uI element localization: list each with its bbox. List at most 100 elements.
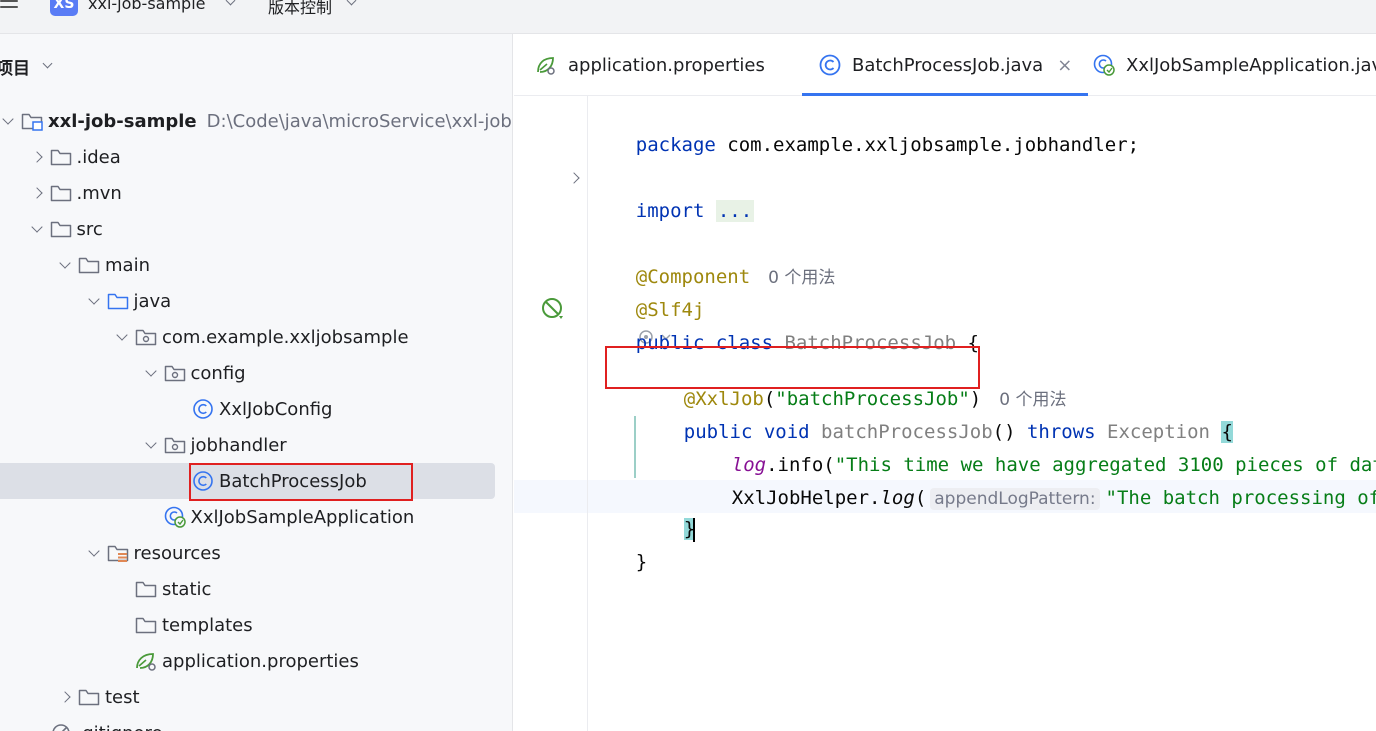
folder-icon (49, 218, 73, 240)
chevron-down-icon[interactable] (346, 0, 357, 6)
tree-item[interactable]: main (0, 247, 512, 283)
usages-hint[interactable]: 0 个用法 (768, 268, 835, 288)
tree-item[interactable]: xxl-job-sample D:\Code\java\microService\… (0, 103, 512, 139)
parameter-hint: appendLogPattern: (930, 488, 1100, 510)
spring-boot-class-icon (1092, 53, 1116, 77)
tree-item[interactable]: static (0, 571, 512, 607)
chevron-right-icon[interactable] (27, 139, 47, 175)
tree-item-label: src (76, 218, 103, 240)
tree-item[interactable]: resources (0, 535, 512, 571)
chevron-right-icon[interactable] (55, 679, 75, 715)
tab-xxljobsampleapplication-java[interactable]: XxlJobSampleApplication.java (1092, 34, 1376, 96)
method-scope-indicator (634, 416, 636, 478)
chevron-down-icon[interactable] (55, 247, 75, 283)
tree-item-content: src (27, 211, 103, 247)
chevron-down-icon[interactable] (84, 535, 104, 571)
fold-expand-icon[interactable] (568, 172, 580, 184)
package-icon (163, 434, 187, 456)
project-badge[interactable]: XS (50, 0, 78, 16)
tab-label: application.properties (568, 54, 765, 76)
tree-item[interactable]: com.example.xxljobsample (0, 319, 512, 355)
tree-item-content: resources (84, 535, 221, 571)
chevron-down-icon[interactable] (112, 319, 132, 355)
tree-item-label: XxlJobConfig (219, 398, 333, 420)
tree-item-content: static (112, 571, 211, 607)
vcs-menu[interactable]: 版本控制 (268, 0, 332, 18)
tree-item-label: xxl-job-sample (48, 110, 197, 132)
code-line-method-close: } (638, 480, 696, 542)
code-line-class-close: } (590, 513, 647, 573)
package-name: com.example.xxljobsample.jobhandler; (715, 134, 1140, 156)
tree-item-content: application.properties (112, 643, 359, 679)
project-panel-title[interactable]: 项目 (0, 54, 30, 79)
chevron-down-icon[interactable] (84, 283, 104, 319)
tab-batchprocessjob-java[interactable]: BatchProcessJob.java × (801, 34, 1089, 96)
tab-application-properties[interactable]: application.properties (534, 34, 765, 96)
tree-item-label: test (105, 686, 140, 708)
code-line-slf4j: @Slf4j (590, 261, 705, 321)
project-panel: 项目 xxl-job-sample D:\Code\java\microServi… (0, 34, 513, 731)
chevron-down-icon[interactable] (0, 103, 18, 139)
tree-item[interactable]: .idea (0, 139, 512, 175)
tree-item[interactable]: application.properties (0, 643, 512, 679)
chevron-down-icon[interactable] (27, 211, 47, 247)
tree-item-label: com.example.xxljobsample (162, 326, 409, 348)
tree-item-label: java (133, 290, 172, 312)
tree-item-label: static (162, 578, 212, 600)
tab-label: BatchProcessJob.java (852, 54, 1044, 76)
folded-imports[interactable]: ... (715, 200, 755, 222)
tree-item[interactable]: jobhandler (0, 427, 512, 463)
folder-icon (134, 578, 158, 600)
module-icon (20, 110, 44, 132)
brace: } (635, 551, 648, 573)
folder-icon (134, 614, 158, 636)
spring-properties-icon (134, 650, 158, 672)
close-icon[interactable]: × (1057, 55, 1072, 76)
tree-item[interactable]: XxlJobSampleApplication (0, 499, 512, 535)
tree-item[interactable]: java (0, 283, 512, 319)
tree-item[interactable]: templates (0, 607, 512, 643)
paren: ( (914, 487, 927, 509)
tree-item[interactable]: test (0, 679, 512, 715)
main-menu-icon[interactable] (0, 0, 18, 12)
resources-folder-icon (106, 542, 130, 564)
tree-item[interactable]: config (0, 355, 512, 391)
chevron-down-icon[interactable] (225, 0, 236, 6)
tree-item-content: .gitignore (27, 715, 163, 731)
tree-item-content: XxlJobSampleApplication (141, 499, 414, 535)
tree-item-content: XxlJobConfig (169, 391, 332, 427)
chevron-down-icon[interactable] (42, 58, 53, 69)
tree-item-content: config (141, 355, 246, 391)
chevron-right-icon[interactable] (27, 175, 47, 211)
source-folder-icon (106, 290, 130, 312)
tree-item[interactable]: src (0, 211, 512, 247)
tree-item-label: .idea (76, 146, 121, 168)
tree-item-content: com.example.xxljobsample (112, 319, 409, 355)
gitignore-icon (49, 722, 73, 731)
tab-label: XxlJobSampleApplication.java (1126, 54, 1376, 76)
project-switcher[interactable]: xxl-job-sample (88, 0, 206, 13)
disabled-run-icon[interactable] (541, 297, 565, 321)
string-literal: "The batch processing of data has been c… (1105, 487, 1376, 509)
highlight-box-tree (189, 463, 413, 501)
text-caret (693, 517, 696, 542)
tree-item-content: test (55, 679, 140, 715)
tree-item[interactable]: XxlJobConfig (0, 391, 512, 427)
chevron-down-icon[interactable] (141, 427, 161, 463)
class-icon (191, 398, 215, 420)
code-line-component: @Component 0 个用法 (590, 228, 836, 288)
code-line-log-info: log.info("This time we have aggregated 3… (686, 416, 1376, 476)
code-line-xxljobhelper: XxlJobHelper.log(appendLogPattern: "The b… (686, 449, 1376, 510)
folder-icon (49, 146, 73, 168)
code-line-import: import ... (590, 162, 755, 222)
spring-properties-icon (534, 53, 558, 77)
title-bar: XS xxl-job-sample 版本控制 (0, 0, 1376, 34)
tree-item-label: templates (162, 614, 253, 636)
keyword: package (635, 134, 716, 156)
tree-item[interactable]: .mvn (0, 175, 512, 211)
tree-item-content: .mvn (27, 175, 122, 211)
tree-item-content: templates (112, 607, 253, 643)
tree-item-content: main (55, 247, 150, 283)
tree-item[interactable]: .gitignore (0, 715, 512, 731)
chevron-down-icon[interactable] (141, 355, 161, 391)
